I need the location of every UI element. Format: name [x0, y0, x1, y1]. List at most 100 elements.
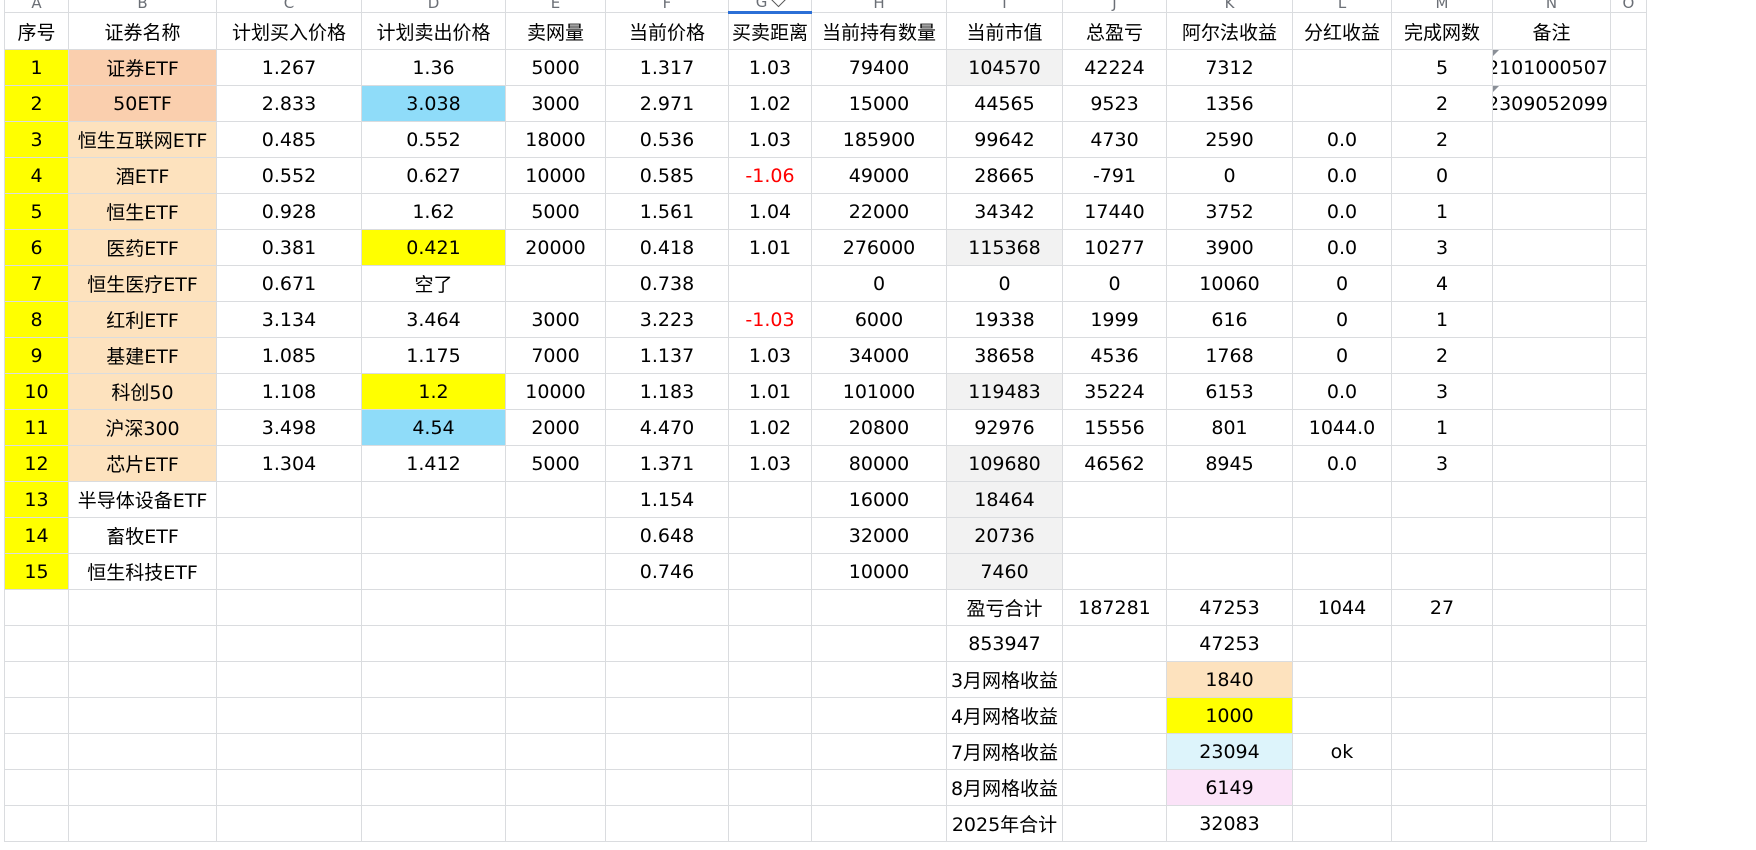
empty-cell[interactable]	[1062, 625, 1167, 662]
cell-note[interactable]	[1492, 481, 1611, 518]
cell-alpha[interactable]: 2590	[1166, 121, 1293, 158]
cell-grids[interactable]: 1	[1391, 193, 1493, 230]
cell-hold[interactable]: 32000	[811, 517, 947, 554]
cell-buy[interactable]: 0.671	[216, 265, 362, 302]
column-header-c[interactable]: C	[216, 0, 362, 13]
cell-pnl[interactable]: 9523	[1062, 85, 1167, 122]
empty-cell[interactable]	[1609, 769, 1647, 806]
cell-div[interactable]: 0	[1292, 265, 1392, 302]
cell-pnl[interactable]	[1062, 517, 1167, 554]
header-cell[interactable]: 当前市值	[946, 12, 1063, 50]
cell-qty[interactable]: 5000	[505, 445, 606, 482]
cell-name[interactable]: 医药ETF	[68, 229, 217, 266]
cell-no[interactable]: 15	[4, 553, 69, 590]
cell-buy[interactable]: 0.381	[216, 229, 362, 266]
cell-dist[interactable]: 1.02	[728, 85, 812, 122]
cell-value[interactable]: 7460	[946, 553, 1063, 590]
cell-pnl[interactable]	[1062, 481, 1167, 518]
cell-div[interactable]	[1292, 553, 1392, 590]
cell-div[interactable]: 0.0	[1292, 193, 1392, 230]
cell-alpha[interactable]: 616	[1166, 301, 1293, 338]
cell-buy[interactable]: 1.267	[216, 49, 362, 86]
cell-buy[interactable]: 0.928	[216, 193, 362, 230]
monthly-label[interactable]: 7月网格收益	[946, 733, 1063, 770]
cell-sell[interactable]: 1.36	[361, 49, 506, 86]
column-header-j[interactable]: J	[1062, 0, 1167, 13]
cell-sell[interactable]: 0.552	[361, 121, 506, 158]
header-cell[interactable]: 备注	[1492, 12, 1611, 50]
empty-cell[interactable]	[505, 805, 606, 842]
cell-no[interactable]: 3	[4, 121, 69, 158]
empty-cell[interactable]	[1062, 769, 1167, 806]
empty-cell[interactable]	[1609, 805, 1647, 842]
cell-hold[interactable]: 185900	[811, 121, 947, 158]
empty-cell[interactable]	[1292, 661, 1392, 698]
empty-cell[interactable]	[728, 661, 812, 698]
cell-hold[interactable]: 20800	[811, 409, 947, 446]
cell-note[interactable]: 2309052099	[1492, 85, 1611, 122]
cell-value[interactable]: 104570	[946, 49, 1063, 86]
cell-buy[interactable]: 1.108	[216, 373, 362, 410]
empty-cell[interactable]	[728, 733, 812, 770]
empty-cell[interactable]	[68, 697, 217, 734]
empty-cell[interactable]	[1391, 733, 1493, 770]
empty-cell[interactable]	[361, 805, 506, 842]
empty-cell[interactable]	[4, 805, 69, 842]
empty-cell[interactable]	[1062, 805, 1167, 842]
empty-cell[interactable]	[1391, 661, 1493, 698]
cell-dist[interactable]	[728, 517, 812, 554]
empty-cell[interactable]	[1292, 625, 1392, 662]
cell-hold[interactable]: 10000	[811, 553, 947, 590]
empty-cell[interactable]	[68, 769, 217, 806]
empty-cell[interactable]	[1609, 49, 1647, 86]
empty-cell[interactable]	[728, 769, 812, 806]
empty-cell[interactable]	[216, 697, 362, 734]
empty-cell[interactable]	[4, 769, 69, 806]
cell-hold[interactable]: 15000	[811, 85, 947, 122]
cell-hold[interactable]: 6000	[811, 301, 947, 338]
cell-no[interactable]: 13	[4, 481, 69, 518]
cell-dist[interactable]: 1.01	[728, 229, 812, 266]
summary-label[interactable]: 盈亏合计	[946, 589, 1063, 626]
empty-cell[interactable]	[505, 661, 606, 698]
empty-cell[interactable]	[505, 697, 606, 734]
empty-cell[interactable]	[361, 625, 506, 662]
empty-cell[interactable]	[216, 661, 362, 698]
cell-pnl[interactable]: 4730	[1062, 121, 1167, 158]
cell-qty[interactable]: 18000	[505, 121, 606, 158]
cell-sell[interactable]: 4.54	[361, 409, 506, 446]
column-header-h[interactable]: H	[811, 0, 947, 13]
cell-div[interactable]	[1292, 517, 1392, 554]
cell-buy[interactable]	[216, 481, 362, 518]
cell-value[interactable]: 38658	[946, 337, 1063, 374]
dividend-total[interactable]: 1044	[1292, 589, 1392, 626]
cell-name[interactable]: 基建ETF	[68, 337, 217, 374]
cell-price[interactable]: 0.585	[605, 157, 729, 194]
cell-alpha[interactable]: 801	[1166, 409, 1293, 446]
alpha-total[interactable]: 47253	[1166, 589, 1293, 626]
empty-cell[interactable]	[1492, 625, 1611, 662]
empty-cell[interactable]	[505, 733, 606, 770]
empty-cell[interactable]	[728, 805, 812, 842]
cell-grids[interactable]: 3	[1391, 373, 1493, 410]
cell-grids[interactable]: 2	[1391, 121, 1493, 158]
column-header-e[interactable]: E	[505, 0, 606, 13]
cell-sell[interactable]: 空了	[361, 265, 506, 302]
empty-cell[interactable]	[1609, 265, 1647, 302]
empty-cell[interactable]	[811, 697, 947, 734]
cell-note[interactable]	[1492, 301, 1611, 338]
empty-cell[interactable]	[1609, 301, 1647, 338]
cell-value[interactable]: 34342	[946, 193, 1063, 230]
cell-qty[interactable]: 10000	[505, 373, 606, 410]
cell-grids[interactable]: 1	[1391, 409, 1493, 446]
cell-dist[interactable]	[728, 265, 812, 302]
header-cell[interactable]: 计划卖出价格	[361, 12, 506, 50]
empty-cell[interactable]	[68, 733, 217, 770]
empty-cell[interactable]	[1609, 12, 1647, 50]
empty-cell[interactable]	[1609, 121, 1647, 158]
empty-cell[interactable]	[1062, 697, 1167, 734]
cell-dist[interactable]: 1.03	[728, 337, 812, 374]
cell-no[interactable]: 8	[4, 301, 69, 338]
cell-name[interactable]: 恒生医疗ETF	[68, 265, 217, 302]
cell-buy[interactable]: 1.085	[216, 337, 362, 374]
